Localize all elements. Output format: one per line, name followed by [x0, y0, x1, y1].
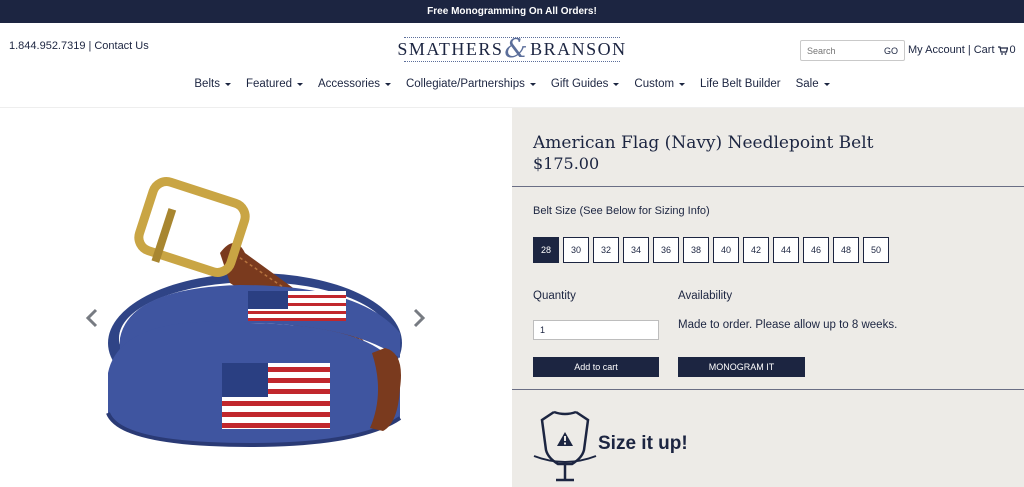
size-option-42[interactable]: 42	[743, 237, 769, 263]
nav-item-custom[interactable]: Custom	[627, 78, 693, 90]
main-nav: Belts Featured Accessories Collegiate/Pa…	[0, 78, 1024, 90]
product-image[interactable]	[100, 173, 420, 458]
logo-rule-bottom	[404, 61, 620, 62]
nav-label: Collegiate/Partnerships	[405, 78, 525, 90]
nav-item-belts[interactable]: Belts	[187, 78, 239, 90]
add-to-cart-button[interactable]: Add to cart	[533, 357, 659, 377]
logo-text-left: SMATHERS	[397, 38, 504, 59]
size-option-48[interactable]: 48	[833, 237, 859, 263]
panel-divider	[512, 186, 1024, 187]
nav-label: Sale	[795, 78, 819, 90]
nav-item-featured[interactable]: Featured	[238, 78, 310, 90]
my-account-link[interactable]: My Account	[908, 44, 965, 56]
nav-label: Gift Guides	[550, 78, 609, 90]
nav-item-gift-guides[interactable]: Gift Guides	[543, 78, 627, 90]
search-input[interactable]	[807, 45, 875, 56]
cart-icon[interactable]	[997, 46, 1008, 55]
separator: |	[967, 44, 971, 56]
product-gallery	[0, 108, 512, 487]
caret-down-icon	[823, 82, 830, 86]
quantity-label: Quantity	[533, 290, 576, 302]
size-option-50[interactable]: 50	[863, 237, 889, 263]
belt-size-label: Belt Size (See Below for Sizing Info)	[533, 205, 710, 217]
logo-rule-top	[404, 37, 620, 38]
nav-label: Featured	[245, 78, 292, 90]
caret-down-icon	[384, 82, 391, 86]
availability-label: Availability	[678, 290, 733, 302]
size-option-46[interactable]: 46	[803, 237, 829, 263]
brand-logo[interactable]: SMATHERS & BRANSON	[397, 34, 625, 64]
nav-label: Belts	[194, 78, 220, 90]
search-box: GO	[800, 40, 905, 61]
product-price: $175.00	[533, 154, 600, 173]
size-it-up-heading: Size it up!	[598, 433, 688, 454]
account-cart-bar: My Account | Cart 0	[908, 44, 1016, 56]
product-title: American Flag (Navy) Needlepoint Belt	[533, 133, 874, 153]
nav-item-accessories[interactable]: Accessories	[310, 78, 398, 90]
caret-down-icon	[613, 82, 620, 86]
size-option-38[interactable]: 38	[683, 237, 709, 263]
chevron-left-icon[interactable]	[85, 308, 99, 328]
monogram-it-button[interactable]: MONOGRAM IT	[678, 357, 805, 377]
logo-ampersand: &	[504, 34, 530, 64]
availability-text: Made to order. Please allow up to 8 week…	[678, 319, 898, 331]
phone-link[interactable]: 1.844.952.7319	[9, 40, 85, 52]
nav-item-sale[interactable]: Sale	[788, 78, 837, 90]
size-option-28[interactable]: 28	[533, 237, 559, 263]
mannequin-icon	[533, 410, 597, 482]
caret-down-icon	[679, 82, 686, 86]
cart-count: 0	[1009, 44, 1016, 56]
size-option-30[interactable]: 30	[563, 237, 589, 263]
size-option-40[interactable]: 40	[713, 237, 739, 263]
cart-link[interactable]: Cart	[974, 44, 995, 56]
separator: |	[88, 40, 92, 52]
contact-bar: 1.844.952.7319 | Contact Us	[9, 40, 149, 52]
size-option-36[interactable]: 36	[653, 237, 679, 263]
caret-down-icon	[296, 82, 303, 86]
nav-label: Life Belt Builder	[700, 78, 781, 90]
panel-divider	[512, 389, 1024, 390]
promo-banner: Free Monogramming On All Orders!	[0, 0, 1024, 23]
promo-text: Free Monogramming On All Orders!	[427, 6, 597, 17]
nav-label: Accessories	[317, 78, 380, 90]
size-selector: 28 30 32 34 36 38 40 42 44 46 48 50	[533, 237, 889, 263]
search-go-button[interactable]: GO	[884, 46, 898, 56]
size-option-44[interactable]: 44	[773, 237, 799, 263]
caret-down-icon	[529, 82, 536, 86]
nav-label: Custom	[634, 78, 675, 90]
product-panel: American Flag (Navy) Needlepoint Belt $1…	[512, 108, 1024, 487]
nav-item-life-belt-builder[interactable]: Life Belt Builder	[693, 78, 789, 90]
contact-us-link[interactable]: Contact Us	[94, 40, 148, 52]
size-option-32[interactable]: 32	[593, 237, 619, 263]
size-option-34[interactable]: 34	[623, 237, 649, 263]
logo-text-right: BRANSON	[530, 38, 627, 59]
nav-item-collegiate[interactable]: Collegiate/Partnerships	[398, 78, 543, 90]
quantity-input[interactable]	[533, 320, 659, 340]
caret-down-icon	[224, 82, 231, 86]
